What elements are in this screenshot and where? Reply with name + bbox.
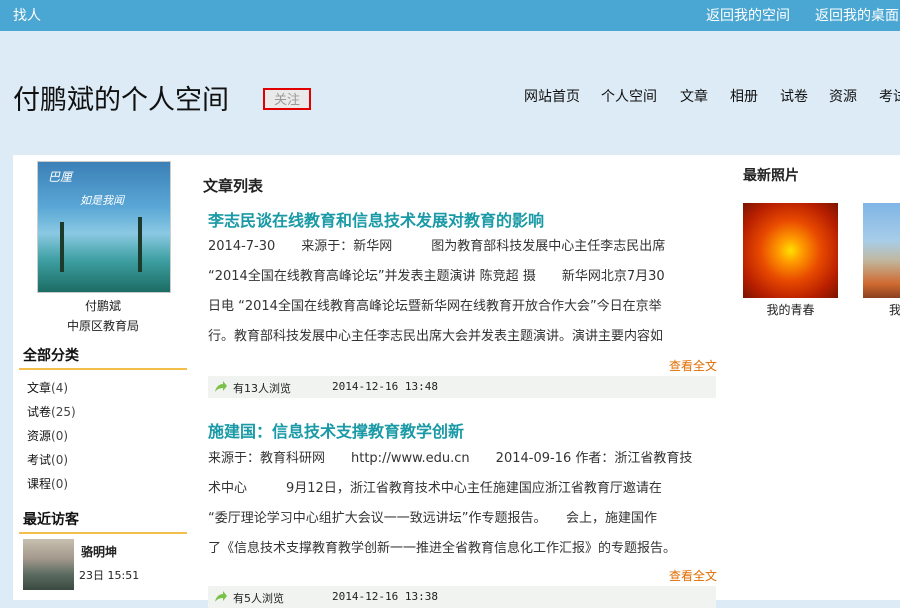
back-to-desktop-link[interactable]: 返回我的桌面 [815, 5, 899, 25]
nav-exams[interactable]: 考试 [879, 86, 900, 106]
palm-tree-shape [138, 217, 142, 272]
photo-thumbnail[interactable] [743, 203, 838, 298]
article-timestamp: 2014-12-16 13:38 [332, 590, 438, 603]
right-sidebar: 最新照片 我的青春 我 [733, 155, 900, 600]
category-label: 试卷 [27, 405, 52, 419]
article-list-panel: 文章列表 李志民谈在线教育和信息技术发展对教育的影响 2014-7-30 来源于… [193, 155, 733, 608]
category-item-articles[interactable]: 文章(4) [27, 379, 68, 396]
section-divider [19, 532, 187, 534]
category-item-exams[interactable]: 考试(0) [27, 451, 68, 468]
avatar-caption: 巴厘 [48, 170, 73, 184]
header: 付鹏斌的个人空间 关注 网站首页 个人空间 文章 相册 试卷 资源 考试 [0, 31, 900, 155]
article-meta-bar: 有5人浏览 2014-12-16 13:38 [208, 586, 716, 608]
summary-line: 术中心 9月12日，浙江省教育技术中心主任施建国应浙江省教育厅邀请在 [208, 481, 662, 496]
read-more-link[interactable]: 查看全文 [669, 357, 717, 374]
nav-papers[interactable]: 试卷 [780, 86, 808, 106]
summary-line: “委厅理论学习中心组扩大会议一一致远讲坛”作专题报告。 会上，施建国作 [208, 511, 657, 526]
back-to-space-link[interactable]: 返回我的空间 [706, 5, 790, 25]
category-label: 文章 [27, 381, 52, 395]
page-title: 付鹏斌的个人空间 [13, 85, 229, 116]
category-count: (4) [51, 381, 69, 395]
article-timestamp: 2014-12-16 13:48 [332, 380, 438, 393]
summary-line: 了《信息技术支撑教育教学创新一一推进全省教育信息化工作汇报》的专题报告。 [208, 541, 677, 556]
top-bar: 找人 返回我的空间 返回我的桌面 [0, 0, 900, 31]
article-summary: 2014-7-30 来源于：新华网 图为教育部科技发展中心主任李志民出席 “20… [208, 232, 716, 352]
left-sidebar: 巴厘 如是我闻 付鹏斌 中原区教育局 全部分类 文章(4) 试卷(25) 资源(… [13, 155, 193, 600]
summary-line: 日电 “2014全国在线教育高峰论坛暨新华网在线教育开放合作大会”今日在京举 [208, 299, 662, 314]
article-title-link[interactable]: 施建国：信息技术支撑教育教学创新 [208, 418, 464, 442]
nav-albums[interactable]: 相册 [730, 86, 758, 106]
summary-line: 2014-7-30 来源于：新华网 图为教育部科技发展中心主任李志民出席 [208, 239, 666, 254]
category-label: 考试 [27, 453, 52, 467]
category-label: 资源 [27, 429, 52, 443]
user-name[interactable]: 付鹏斌 [13, 297, 193, 314]
summary-line: 来源于：教育科研网 http://www.edu.cn 2014-09-16 作… [208, 451, 693, 466]
user-organization: 中原区教育局 [66, 319, 139, 333]
categories-title: 全部分类 [23, 348, 79, 364]
category-count: (0) [51, 477, 69, 491]
visitor-avatar[interactable] [23, 539, 74, 590]
view-count: 有13人浏览 [233, 382, 291, 395]
nav-personal-space[interactable]: 个人空间 [601, 86, 657, 106]
section-divider [19, 368, 187, 370]
photo-thumbnail[interactable] [863, 203, 900, 298]
palm-tree-shape [60, 222, 64, 272]
read-more-link[interactable]: 查看全文 [669, 567, 717, 584]
category-item-courses[interactable]: 课程(0) [27, 475, 68, 492]
view-count: 有5人浏览 [233, 592, 284, 605]
recent-visitors-title: 最近访客 [23, 512, 79, 528]
category-count: (0) [51, 453, 69, 467]
article-summary: 来源于：教育科研网 http://www.edu.cn 2014-09-16 作… [208, 444, 716, 564]
avatar[interactable]: 巴厘 如是我闻 [37, 161, 171, 293]
follow-button[interactable]: 关注 [263, 88, 311, 110]
find-people-link[interactable]: 找人 [13, 5, 41, 25]
category-count: (25) [51, 405, 76, 419]
category-label: 课程 [27, 477, 52, 491]
summary-line: “2014全国在线教育高峰论坛”并发表主题演讲 陈竞超 摄 新华网北京7月30 [208, 269, 665, 284]
category-count: (0) [51, 429, 69, 443]
nav-home[interactable]: 网站首页 [524, 86, 580, 106]
photo-caption[interactable]: 我 [889, 301, 900, 318]
nav-articles[interactable]: 文章 [680, 86, 708, 106]
article-meta-bar: 有13人浏览 2014-12-16 13:48 [208, 376, 716, 398]
avatar-caption: 如是我闻 [80, 194, 124, 207]
latest-photos-title: 最新照片 [743, 168, 799, 184]
visitor-name[interactable]: 骆明坤 [81, 543, 117, 560]
share-arrow-icon [215, 381, 227, 392]
photo-caption[interactable]: 我的青春 [743, 301, 838, 318]
article-list-title: 文章列表 [203, 177, 264, 195]
visitor-time: 23日 15:51 [79, 569, 140, 582]
share-arrow-icon [215, 591, 227, 602]
article-title-link[interactable]: 李志民谈在线教育和信息技术发展对教育的影响 [208, 207, 544, 231]
category-item-resources[interactable]: 资源(0) [27, 427, 68, 444]
summary-line: 行。教育部科技发展中心主任李志民出席大会并发表主题演讲。演讲主要内容如 [208, 329, 664, 344]
category-item-papers[interactable]: 试卷(25) [27, 403, 76, 420]
nav-resources[interactable]: 资源 [829, 86, 857, 106]
